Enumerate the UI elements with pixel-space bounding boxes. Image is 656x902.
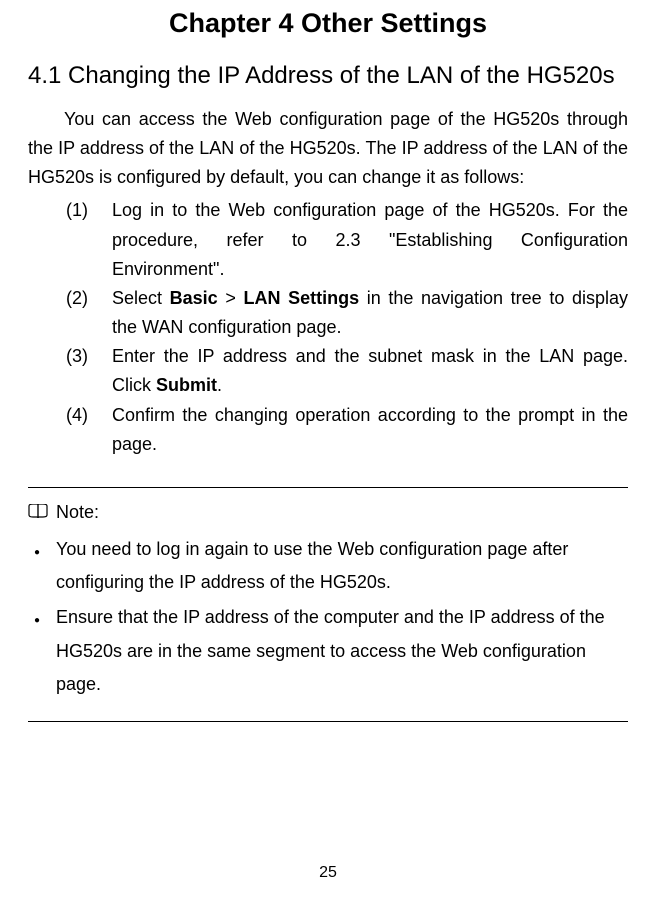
note-header: Note: bbox=[28, 502, 628, 523]
step-bold: Basic bbox=[170, 288, 218, 308]
step-bold: LAN Settings bbox=[243, 288, 359, 308]
note-text: Ensure that the IP address of the comput… bbox=[56, 601, 628, 701]
step-text: Log in to the Web configuration page of … bbox=[112, 196, 628, 283]
steps-list: (1) Log in to the Web configuration page… bbox=[28, 196, 628, 458]
step-seg: . bbox=[217, 375, 222, 395]
step-4: (4) Confirm the changing operation accor… bbox=[66, 401, 628, 459]
step-number: (4) bbox=[66, 401, 112, 459]
note-block: Note: ● You need to log in again to use … bbox=[28, 487, 628, 722]
step-number: (1) bbox=[66, 196, 112, 283]
book-icon bbox=[28, 504, 48, 520]
step-text: Select Basic > LAN Settings in the navig… bbox=[112, 284, 628, 342]
chapter-title: Chapter 4 Other Settings bbox=[28, 8, 628, 39]
note-item: ● You need to log in again to use the We… bbox=[34, 533, 628, 600]
page-number: 25 bbox=[0, 864, 656, 882]
step-seg: Select bbox=[112, 288, 170, 308]
step-3: (3) Enter the IP address and the subnet … bbox=[66, 342, 628, 400]
note-item: ● Ensure that the IP address of the comp… bbox=[34, 601, 628, 701]
bullet-icon: ● bbox=[34, 601, 56, 701]
intro-paragraph: You can access the Web configuration pag… bbox=[28, 105, 628, 192]
step-number: (2) bbox=[66, 284, 112, 342]
note-label: Note: bbox=[56, 502, 99, 523]
note-text: You need to log in again to use the Web … bbox=[56, 533, 628, 600]
section-title: 4.1 Changing the IP Address of the LAN o… bbox=[28, 61, 628, 91]
note-list: ● You need to log in again to use the We… bbox=[28, 533, 628, 701]
step-number: (3) bbox=[66, 342, 112, 400]
step-bold: Submit bbox=[156, 375, 217, 395]
step-seg: > bbox=[218, 288, 244, 308]
step-1: (1) Log in to the Web configuration page… bbox=[66, 196, 628, 283]
bullet-icon: ● bbox=[34, 533, 56, 600]
step-text: Confirm the changing operation according… bbox=[112, 401, 628, 459]
step-2: (2) Select Basic > LAN Settings in the n… bbox=[66, 284, 628, 342]
step-text: Enter the IP address and the subnet mask… bbox=[112, 342, 628, 400]
